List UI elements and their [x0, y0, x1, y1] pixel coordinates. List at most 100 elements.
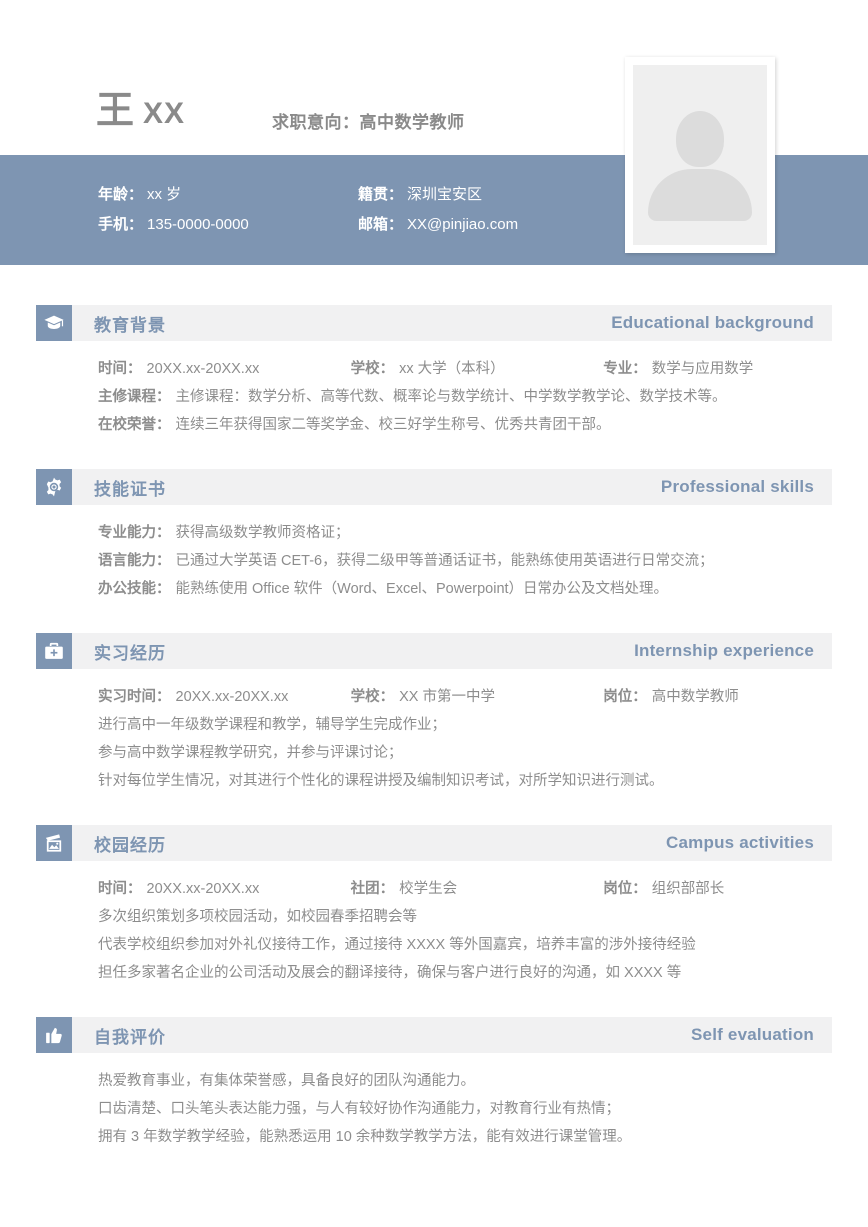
contact-row: 年龄： xx 岁 籍贯： 深圳宝安区	[98, 180, 618, 210]
self-eval-line: 热爱教育事业，有集体荣誉感，具备良好的团队沟通能力。	[98, 1067, 832, 1095]
line-text: 担任多家著名企业的公司活动及展会的翻译接待，确保与客户进行良好的沟通，如 XXX…	[98, 965, 682, 981]
line-label: 语言能力：	[98, 553, 171, 569]
section-title-cn: 校园经历	[94, 835, 166, 855]
meta-value: 高中数学教师	[651, 689, 739, 705]
internship-duty: 进行高中一年级数学课程和教学，辅导学生完成作业；	[98, 711, 832, 739]
education-honors: 在校荣誉： 连续三年获得国家二等奖学金、校三好学生称号、优秀共青团干部。	[98, 411, 832, 439]
line-text: 主修课程：数学分析、高等代数、概率论与数学统计、中学数学教学论、数学技术等。	[175, 389, 727, 405]
section-body: 时间： 20XX.xx-20XX.xx 社团： 校学生会 岗位： 组织部部长 多…	[36, 861, 832, 987]
picture-frame-icon	[36, 825, 72, 861]
line-label: 主修课程：	[98, 389, 171, 405]
section-campus: 校园经历 Campus activities 时间： 20XX.xx-20XX.…	[36, 825, 832, 987]
campus-meta-row: 时间： 20XX.xx-20XX.xx 社团： 校学生会 岗位： 组织部部长	[98, 875, 832, 903]
contact-label: 邮箱：	[358, 216, 404, 233]
name-given: XX	[143, 97, 186, 130]
meta-value: xx 大学（本科）	[399, 361, 505, 377]
section-title-cn: 自我评价	[94, 1027, 166, 1047]
graduation-cap-icon	[36, 305, 72, 341]
meta-label: 时间：	[98, 361, 142, 377]
thumbs-up-icon	[36, 1017, 72, 1053]
meta-label: 学校：	[350, 689, 395, 705]
section-title-bar: 自我评价 Self evaluation	[72, 1017, 832, 1053]
section-header: 自我评价 Self evaluation	[36, 1017, 832, 1053]
internship-meta-row: 实习时间： 20XX.xx-20XX.xx 学校： XX 市第一中学 岗位： 高…	[98, 683, 832, 711]
line-text: 连续三年获得国家二等奖学金、校三好学生称号、优秀共青团干部。	[175, 417, 611, 433]
contact-value: 深圳宝安区	[407, 186, 483, 203]
skill-office: 办公技能： 能熟练使用 Office 软件（Word、Excel、Powerpo…	[98, 575, 832, 603]
line-label: 专业能力：	[98, 525, 171, 541]
contact-label: 年龄：	[98, 186, 144, 203]
internship-duty: 参与高中数学课程教学研究，并参与评课讨论；	[98, 739, 832, 767]
line-text: 参与高中数学课程教学研究，并参与评课讨论；	[98, 745, 403, 761]
contact-value: 135-0000-0000	[147, 216, 249, 233]
line-label: 在校荣誉：	[98, 417, 171, 433]
education-period: 时间： 20XX.xx-20XX.xx	[98, 355, 351, 383]
campus-duty: 代表学校组织参加对外礼仪接待工作，通过接待 XXXX 等外国嘉宾，培养丰富的涉外…	[98, 931, 832, 959]
section-title-en: Internship experience	[634, 641, 814, 660]
education-courses: 主修课程： 主修课程：数学分析、高等代数、概率论与数学统计、中学数学教学论、数学…	[98, 383, 832, 411]
contact-email: 邮箱： XX@pinjiao.com	[358, 210, 618, 240]
contact-value: XX@pinjiao.com	[407, 216, 519, 233]
meta-value: 20XX.xx-20XX.xx	[175, 689, 289, 705]
meta-label: 岗位：	[603, 881, 647, 897]
section-title-cn: 实习经历	[94, 643, 166, 663]
education-major: 专业： 数学与应用数学	[603, 355, 832, 383]
section-header: 教育背景 Educational background	[36, 305, 832, 341]
section-education: 教育背景 Educational background 时间： 20XX.xx-…	[36, 305, 832, 439]
section-header: 技能证书 Professional skills	[36, 469, 832, 505]
section-body: 实习时间： 20XX.xx-20XX.xx 学校： XX 市第一中学 岗位： 高…	[36, 669, 832, 795]
internship-school: 学校： XX 市第一中学	[351, 683, 604, 711]
campus-duty: 担任多家著名企业的公司活动及展会的翻译接待，确保与客户进行良好的沟通，如 XXX…	[98, 959, 832, 987]
contact-hometown: 籍贯： 深圳宝安区	[358, 180, 618, 210]
section-skills: 技能证书 Professional skills 专业能力： 获得高级数学教师资…	[36, 469, 832, 603]
section-title-cn: 教育背景	[94, 315, 166, 335]
contact-label: 手机：	[98, 216, 144, 233]
skill-language: 语言能力： 已通过大学英语 CET-6，获得二级甲等普通话证书，能熟练使用英语进…	[98, 547, 832, 575]
line-text: 已通过大学英语 CET-6，获得二级甲等普通话证书，能熟练使用英语进行日常交流；	[175, 553, 714, 569]
contact-age: 年龄： xx 岁	[98, 180, 358, 210]
section-title-en: Professional skills	[660, 477, 814, 496]
skill-professional: 专业能力： 获得高级数学教师资格证；	[98, 519, 832, 547]
line-text: 拥有 3 年数学教学经验，能熟悉运用 10 余种数学教学方法，能有效进行课堂管理…	[98, 1129, 632, 1145]
meta-value: 20XX.xx-20XX.xx	[146, 361, 260, 377]
contact-label: 籍贯：	[358, 186, 404, 203]
section-body: 专业能力： 获得高级数学教师资格证； 语言能力： 已通过大学英语 CET-6，获…	[36, 505, 832, 603]
candidate-name: 王 XX	[96, 92, 185, 130]
meta-label: 时间：	[98, 881, 142, 897]
campus-period: 时间： 20XX.xx-20XX.xx	[98, 875, 351, 903]
resume-header: 王 XX 求职意向：高中数学教师 年龄： xx 岁 籍贯： 深圳宝安区 手机： …	[0, 0, 868, 265]
section-title-cn: 技能证书	[94, 479, 166, 499]
section-title-bar: 实习经历 Internship experience	[72, 633, 832, 669]
section-title-bar: 校园经历 Campus activities	[72, 825, 832, 861]
meta-label: 实习时间：	[98, 689, 171, 705]
section-title-en: Educational background	[611, 313, 814, 332]
briefcase-icon	[36, 633, 72, 669]
line-text: 多次组织策划多项校园活动，如校园春季招聘会等	[98, 909, 417, 925]
profile-photo-frame	[625, 57, 775, 253]
education-school: 学校： xx 大学（本科）	[351, 355, 604, 383]
internship-duty: 针对每位学生情况，对其进行个性化的课程讲授及编制知识考试，对所学知识进行测试。	[98, 767, 832, 795]
line-text: 针对每位学生情况，对其进行个性化的课程讲授及编制知识考试，对所学知识进行测试。	[98, 773, 664, 789]
campus-duty: 多次组织策划多项校园活动，如校园春季招聘会等	[98, 903, 832, 931]
meta-value: XX 市第一中学	[399, 689, 495, 705]
gear-icon	[36, 469, 72, 505]
section-title-bar: 技能证书 Professional skills	[72, 469, 832, 505]
meta-value: 数学与应用数学	[651, 361, 754, 377]
section-title-en: Self evaluation	[691, 1025, 814, 1044]
self-eval-line: 拥有 3 年数学教学经验，能熟悉运用 10 余种数学教学方法，能有效进行课堂管理…	[98, 1123, 832, 1151]
meta-label: 岗位：	[603, 689, 647, 705]
meta-value: 组织部部长	[651, 881, 725, 897]
section-body: 时间： 20XX.xx-20XX.xx 学校： xx 大学（本科） 专业： 数学…	[36, 341, 832, 439]
contact-phone: 手机： 135-0000-0000	[98, 210, 358, 240]
section-body: 热爱教育事业，有集体荣誉感，具备良好的团队沟通能力。 口齿清楚、口头笔头表达能力…	[36, 1053, 832, 1151]
contact-info: 年龄： xx 岁 籍贯： 深圳宝安区 手机： 135-0000-0000 邮箱：…	[98, 180, 618, 240]
name-surname: 王	[96, 90, 136, 132]
person-silhouette-icon	[676, 111, 724, 167]
person-silhouette-body	[648, 169, 752, 221]
meta-label: 社团：	[350, 881, 395, 897]
contact-value: xx 岁	[147, 186, 182, 203]
line-text: 热爱教育事业，有集体荣誉感，具备良好的团队沟通能力。	[98, 1073, 475, 1089]
job-objective: 求职意向：高中数学教师	[272, 113, 465, 132]
contact-row: 手机： 135-0000-0000 邮箱： XX@pinjiao.com	[98, 210, 618, 240]
internship-position: 岗位： 高中数学教师	[603, 683, 832, 711]
